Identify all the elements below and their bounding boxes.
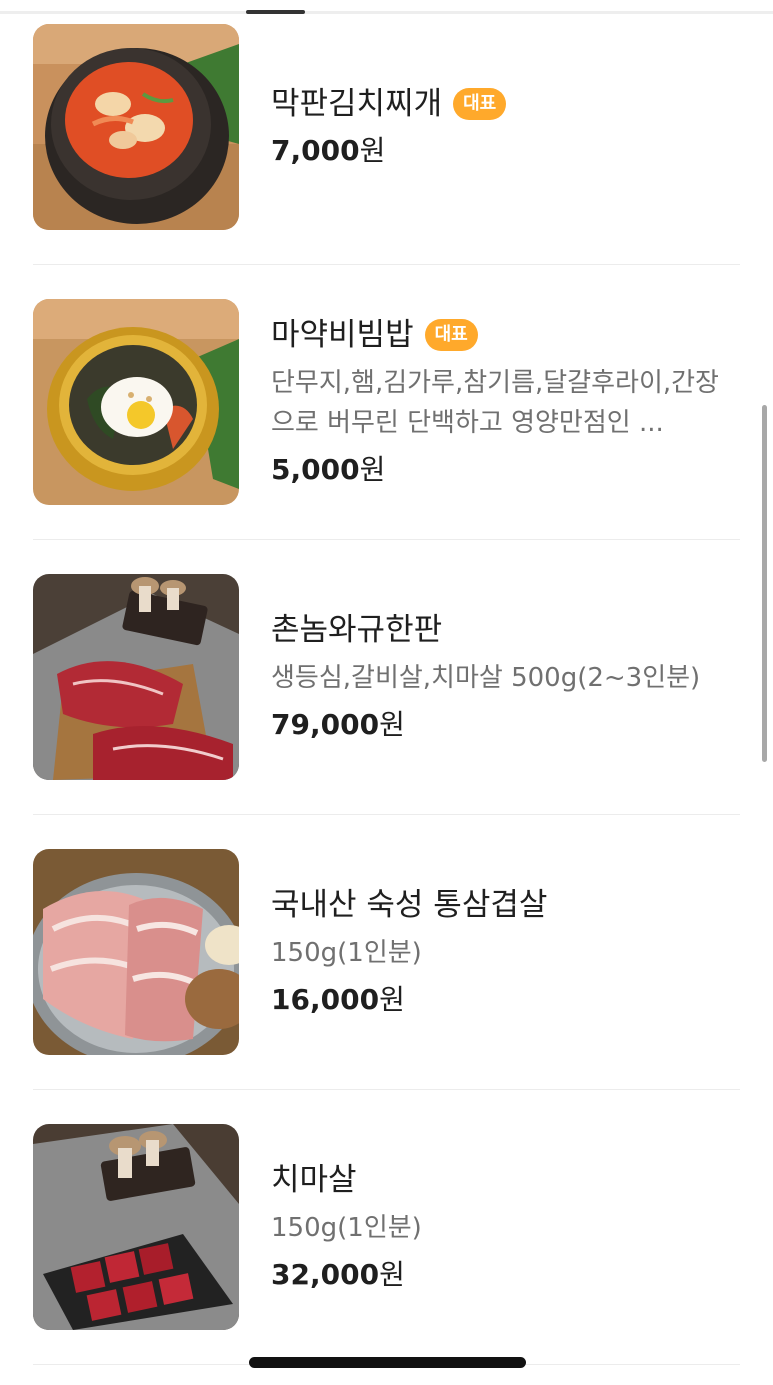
- menu-item[interactable]: 치마살 150g(1인분) 32,000원: [33, 1124, 740, 1365]
- currency-label: 원: [359, 453, 386, 486]
- currency-label: 원: [379, 983, 405, 1016]
- currency-label: 원: [379, 708, 405, 741]
- scrollbar[interactable]: [762, 405, 767, 762]
- menu-item-info: 촌놈와규한판 생등심,갈비살,치마살 500g(2~3인분) 79,000원: [271, 574, 740, 780]
- menu-item-name: 마약비빔밥: [271, 317, 414, 353]
- menu-item[interactable]: 마약비빔밥 대표 단무지,햄,김가루,참기름,달걀후라이,간장으로 버무린 단백…: [33, 299, 740, 540]
- menu-item-price-row: 7,000원: [271, 132, 740, 170]
- menu-list: 막판김치찌개 대표 7,000원 마약비빔밥 대표 단무지,햄,김가루,참기름,…: [33, 24, 740, 1365]
- pork-belly-photo-icon: [33, 849, 239, 1055]
- menu-item-name: 치마살: [271, 1162, 357, 1198]
- beef-skirt-photo-icon: [33, 1124, 239, 1330]
- menu-item-price: 79,000: [271, 708, 380, 741]
- menu-item-name: 막판김치찌개: [271, 86, 443, 122]
- menu-item-info: 마약비빔밥 대표 단무지,햄,김가루,참기름,달걀후라이,간장으로 버무린 단백…: [271, 299, 740, 505]
- menu-item-info: 막판김치찌개 대표 7,000원: [271, 24, 740, 230]
- currency-label: 원: [359, 134, 386, 167]
- menu-item[interactable]: 국내산 숙성 통삼겹살 150g(1인분) 16,000원: [33, 849, 740, 1090]
- menu-item-info: 국내산 숙성 통삼겹살 150g(1인분) 16,000원: [271, 849, 740, 1055]
- menu-item-name-row: 막판김치찌개 대표: [271, 84, 740, 124]
- signature-badge: 대표: [453, 88, 507, 120]
- home-indicator[interactable]: [249, 1357, 526, 1368]
- menu-item-info: 치마살 150g(1인분) 32,000원: [271, 1124, 740, 1330]
- top-divider: [0, 11, 773, 14]
- menu-item-description: 150g(1인분): [271, 938, 422, 968]
- menu-item-name-row: 마약비빔밥 대표: [271, 315, 740, 355]
- wagyu-platter-photo-icon: [33, 574, 239, 780]
- kimchi-stew-photo-icon: [33, 24, 239, 230]
- menu-item-price-row: 32,000원: [271, 1256, 740, 1294]
- menu-item[interactable]: 촌놈와규한판 생등심,갈비살,치마살 500g(2~3인분) 79,000원: [33, 574, 740, 815]
- menu-item[interactable]: 막판김치찌개 대표 7,000원: [33, 24, 740, 265]
- menu-item-name: 촌놈와규한판: [271, 612, 443, 648]
- menu-item-description: 생등심,갈비살,치마살 500g(2~3인분): [271, 663, 701, 693]
- menu-item-price: 7,000: [271, 134, 360, 167]
- bibimbap-photo-icon: [33, 299, 239, 505]
- menu-item-price: 16,000: [271, 983, 380, 1016]
- menu-item-description: 150g(1인분): [271, 1213, 422, 1243]
- menu-item-name-row: 촌놈와규한판: [271, 610, 740, 650]
- signature-badge: 대표: [424, 319, 478, 351]
- active-tab-indicator: [246, 10, 305, 14]
- menu-item-price: 32,000: [271, 1258, 380, 1291]
- menu-item-name: 국내산 숙성 통삼겹살: [271, 887, 548, 923]
- menu-item-price-row: 79,000원: [271, 706, 740, 744]
- menu-item-name-row: 치마살: [271, 1160, 740, 1200]
- menu-item-name-row: 국내산 숙성 통삼겹살: [271, 885, 740, 925]
- menu-item-price-row: 16,000원: [271, 981, 740, 1019]
- currency-label: 원: [379, 1258, 405, 1291]
- menu-item-description: 단무지,햄,김가루,참기름,달걀후라이,간장으로 버무린 단백하고 영양만점인 …: [271, 368, 719, 438]
- menu-item-price: 5,000: [271, 453, 360, 486]
- menu-item-price-row: 5,000원: [271, 451, 740, 489]
